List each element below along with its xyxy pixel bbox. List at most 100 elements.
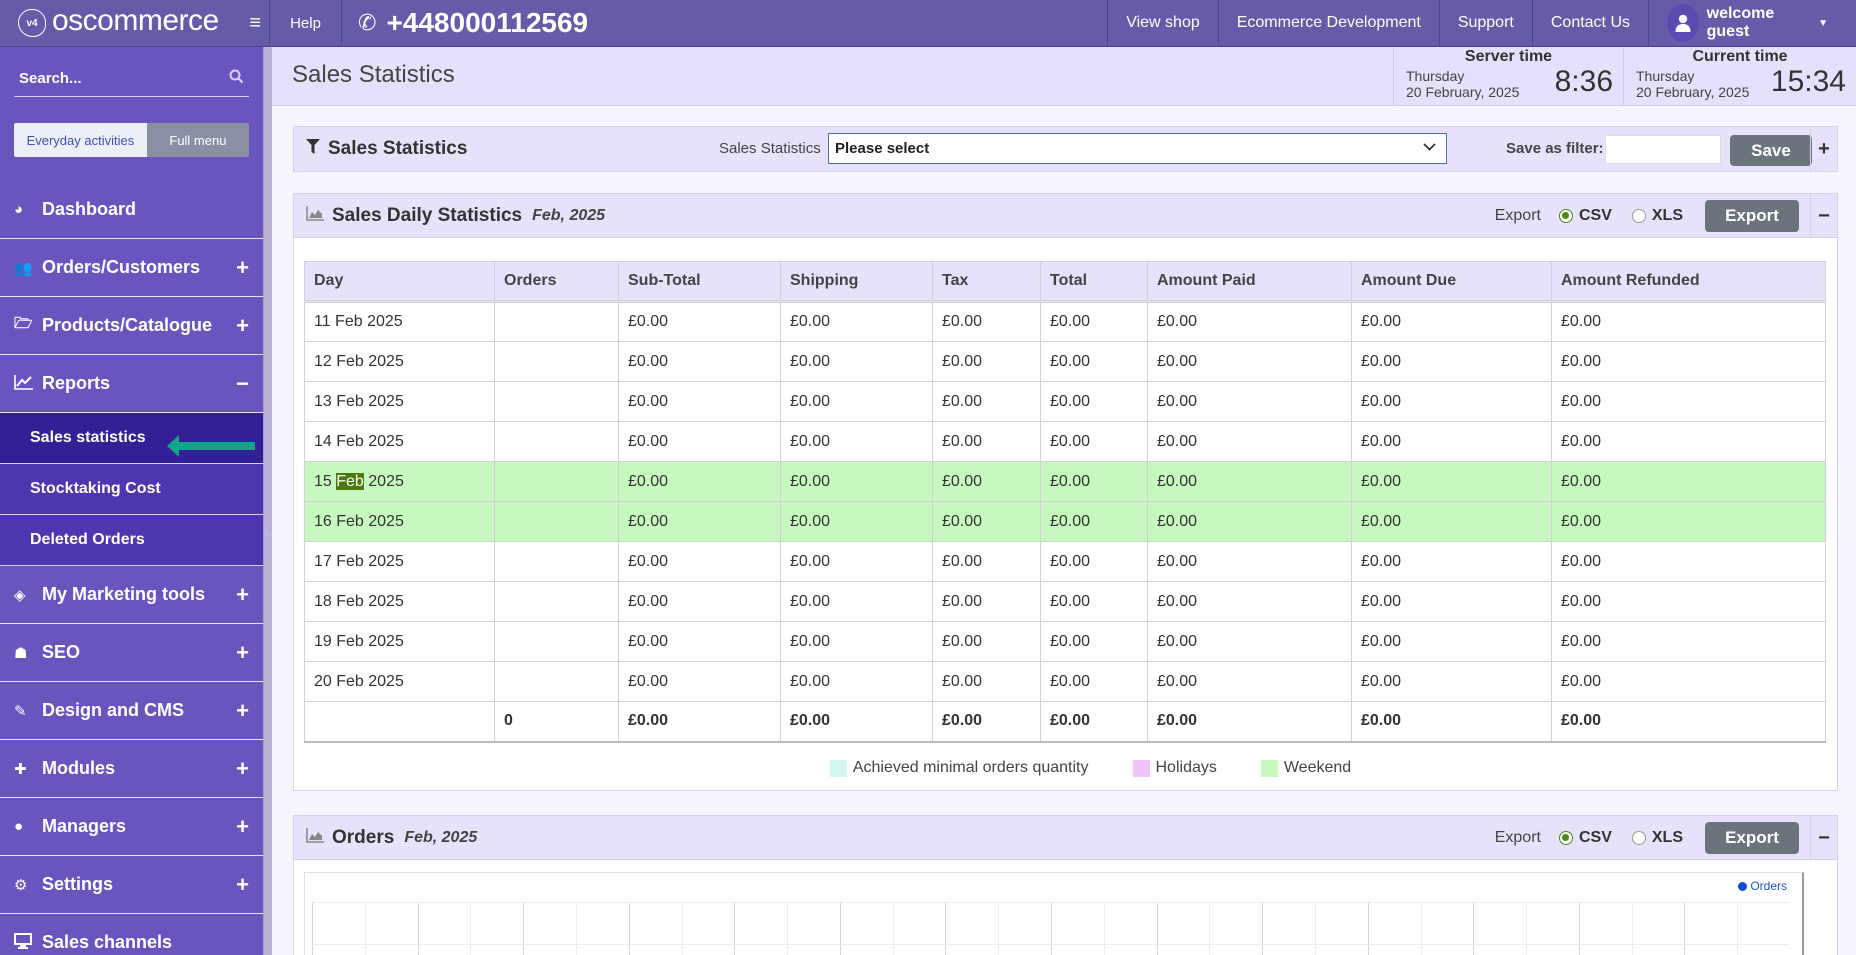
- users-icon: 👥: [14, 259, 33, 277]
- cell-amount-due: £0.00: [1351, 621, 1552, 662]
- sidebar-item-design-cms[interactable]: ✎ Design and CMS +: [0, 682, 263, 740]
- col-amount-refunded[interactable]: Amount Refunded: [1551, 261, 1826, 303]
- server-weekday: Thursday: [1406, 68, 1465, 84]
- sidebar-resize-handle[interactable]: ⋮: [263, 47, 274, 955]
- sidebar-item-products-catalogue[interactable]: 🗁 Products/Catalogue +: [0, 297, 263, 355]
- sales-statistics-select[interactable]: Please select: [828, 133, 1447, 164]
- cell-orders: [494, 541, 619, 582]
- dashboard-icon: ◕: [14, 201, 24, 218]
- col-orders[interactable]: Orders: [494, 261, 619, 303]
- table-body: 11 Feb 2025 £0.00 £0.00 £0.00 £0.00 £0.00 £0.0…: [304, 301, 1826, 743]
- filter-panel-title: Sales Statistics: [328, 138, 468, 159]
- legend-label: Holidays: [1155, 759, 1217, 776]
- full-menu-button[interactable]: Full menu: [146, 123, 249, 157]
- export-button[interactable]: Export: [1705, 822, 1799, 854]
- csv-label[interactable]: CSV: [1579, 829, 1612, 847]
- sidebar-subitem-sales-statistics[interactable]: Sales statistics: [0, 413, 263, 464]
- sidebar-subitem-label: Stocktaking Cost: [30, 480, 161, 497]
- legend-swatch-weekend: [1260, 759, 1278, 777]
- folder-icon: 🗁: [14, 315, 33, 332]
- server-time-date: Thursday 20 February, 2025: [1406, 68, 1519, 100]
- save-button[interactable]: Save: [1730, 135, 1812, 166]
- sidebar-item-managers[interactable]: ● Managers +: [0, 798, 263, 856]
- col-tax[interactable]: Tax: [932, 261, 1041, 303]
- cell-total: £0.00: [1040, 501, 1148, 542]
- sidebar-item-label: Design and CMS: [42, 700, 185, 720]
- sidebar-item-seo[interactable]: ☗ SEO +: [0, 624, 263, 682]
- phone-icon: ✆: [358, 10, 377, 35]
- cell-amount-paid: £0.00: [1147, 621, 1352, 662]
- cell-subtotal: £0.00: [618, 661, 781, 702]
- cell-tax: £0.00: [932, 301, 1041, 342]
- server-time-label: Server time: [1464, 48, 1553, 65]
- sidebar-subitem-label: Deleted Orders: [30, 531, 145, 548]
- xls-radio[interactable]: [1631, 831, 1646, 845]
- sidebar-item-orders-customers[interactable]: 👥 Orders/Customers +: [0, 239, 263, 297]
- col-amount-paid[interactable]: Amount Paid: [1147, 261, 1352, 303]
- col-total[interactable]: Total: [1040, 261, 1148, 303]
- sidebar-item-dashboard[interactable]: ◕ Dashboard: [0, 181, 263, 239]
- sidebar-item-reports[interactable]: Reports −: [0, 355, 263, 413]
- csv-label[interactable]: CSV: [1579, 207, 1612, 225]
- cell-amount-due: £0.00: [1351, 341, 1552, 382]
- table-row: 17 Feb 2025 £0.00 £0.00 £0.00 £0.00 £0.00 £0.0…: [304, 541, 1826, 582]
- chart-legend-label: Orders: [1750, 879, 1787, 893]
- nav-ecommerce-development[interactable]: Ecommerce Development: [1217, 0, 1439, 46]
- cell-amount-paid: £0.00: [1147, 581, 1352, 622]
- nav-support[interactable]: Support: [1438, 0, 1532, 46]
- cell-amount-paid: £0.00: [1147, 541, 1352, 582]
- area-chart-icon: [306, 827, 324, 848]
- xls-label[interactable]: XLS: [1652, 207, 1683, 225]
- csv-radio[interactable]: [1558, 831, 1573, 845]
- legend-item-achieved: Achieved minimal orders quantity: [829, 759, 1089, 777]
- sidebar-item-sales-channels[interactable]: Sales channels: [0, 914, 263, 955]
- sidebar-item-modules[interactable]: ✚ Modules +: [0, 740, 263, 798]
- cell-shipping: £0.00: [780, 461, 933, 502]
- user-menu[interactable]: welcome guest ▼: [1648, 0, 1856, 46]
- col-day[interactable]: Day: [304, 261, 495, 303]
- page-header: Sales Statistics Server time Thursday 20…: [272, 47, 1856, 106]
- sales-daily-statistics-panel: Sales Daily Statistics Feb, 2025 Export …: [293, 193, 1838, 791]
- cell-shipping: £0.00: [780, 381, 933, 422]
- phone-number[interactable]: ✆ +448000112569: [342, 0, 1107, 46]
- line-chart-icon: [14, 374, 42, 394]
- sidebar-item-settings[interactable]: ⚙ Settings +: [0, 856, 263, 914]
- text-selection: Feb: [336, 472, 364, 490]
- cell-amount-refunded: £0.00: [1551, 421, 1826, 462]
- xls-radio[interactable]: [1631, 209, 1646, 223]
- save-filter-input[interactable]: [1605, 135, 1721, 164]
- cell-amount-due: £0.00: [1351, 301, 1552, 342]
- page-title: Sales Statistics: [292, 61, 455, 88]
- cell-orders: [494, 461, 619, 502]
- sidebar-subitem-stocktaking-cost[interactable]: Stocktaking Cost: [0, 464, 263, 515]
- orders-panel-header: Orders Feb, 2025 Export CSV XLS Export −: [294, 816, 1837, 860]
- cell-tax: £0.00: [932, 581, 1041, 622]
- col-subtotal[interactable]: Sub-Total: [618, 261, 781, 303]
- sidebar-subitem-deleted-orders[interactable]: Deleted Orders: [0, 515, 263, 566]
- export-button[interactable]: Export: [1705, 200, 1799, 232]
- nav-view-shop[interactable]: View shop: [1107, 0, 1218, 46]
- hamburger-menu-icon[interactable]: ≡: [249, 12, 261, 35]
- col-shipping[interactable]: Shipping: [780, 261, 933, 303]
- logo[interactable]: v4 oscommerce ≡: [0, 0, 270, 46]
- search-input[interactable]: [19, 70, 209, 87]
- col-amount-due[interactable]: Amount Due: [1351, 261, 1552, 303]
- csv-radio[interactable]: [1558, 209, 1573, 223]
- expand-panel-icon[interactable]: +: [1810, 127, 1837, 171]
- daily-panel-title: Sales Daily Statistics: [332, 204, 523, 226]
- everyday-activities-button[interactable]: Everyday activities: [14, 123, 147, 157]
- help-link[interactable]: Help: [270, 0, 342, 46]
- chart-legend-orders[interactable]: Orders: [1738, 879, 1787, 893]
- nav-contact-us[interactable]: Contact Us: [1531, 0, 1648, 46]
- logo-icon: v4: [18, 9, 46, 37]
- collapse-panel-icon[interactable]: −: [1810, 816, 1837, 860]
- cell-day: 13 Feb 2025: [304, 381, 495, 422]
- cell-day: 15 Feb 2025: [304, 461, 495, 502]
- sidebar-item-marketing-tools[interactable]: ◈ My Marketing tools +: [0, 566, 263, 624]
- collapse-panel-icon[interactable]: −: [1810, 194, 1837, 238]
- current-time-label: Current time: [1692, 48, 1788, 65]
- cell-amount-paid: £0.00: [1147, 461, 1352, 502]
- search-icon[interactable]: [229, 69, 244, 89]
- cell-amount-paid: £0.00: [1147, 341, 1352, 382]
- xls-label[interactable]: XLS: [1652, 829, 1683, 847]
